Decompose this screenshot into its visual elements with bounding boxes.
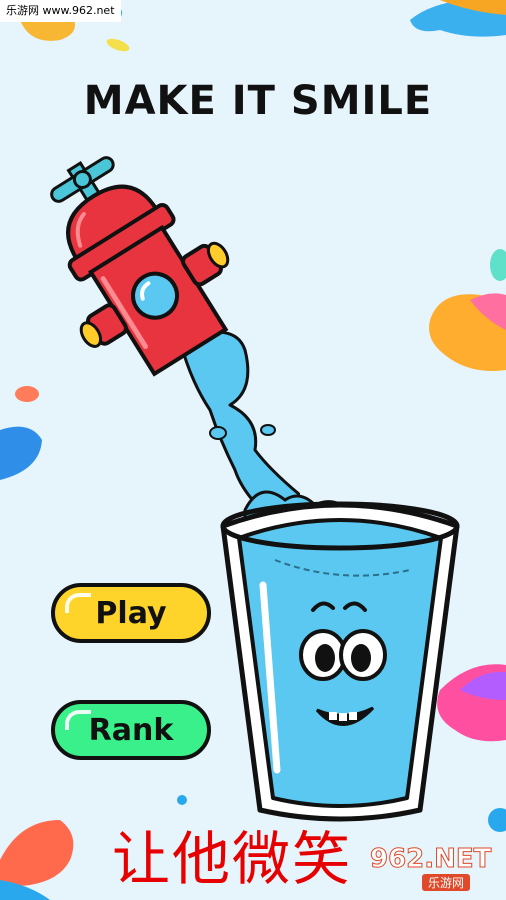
rank-button[interactable]: Rank <box>51 700 211 760</box>
water-glass-character-icon <box>220 490 460 822</box>
watermark-logo: 962.NET <box>369 844 492 875</box>
chinese-caption: 让他微笑 <box>112 825 353 893</box>
watermark-subtitle: 乐游网 <box>422 874 471 891</box>
fire-hydrant-icon <box>50 156 300 530</box>
game-title: MAKE IT SMILE <box>83 78 433 124</box>
site-watermark: 乐游网 www.962.net <box>0 0 121 22</box>
corner-watermark: 962.NET 乐游网 <box>364 844 502 894</box>
play-button[interactable]: Play <box>51 583 211 643</box>
